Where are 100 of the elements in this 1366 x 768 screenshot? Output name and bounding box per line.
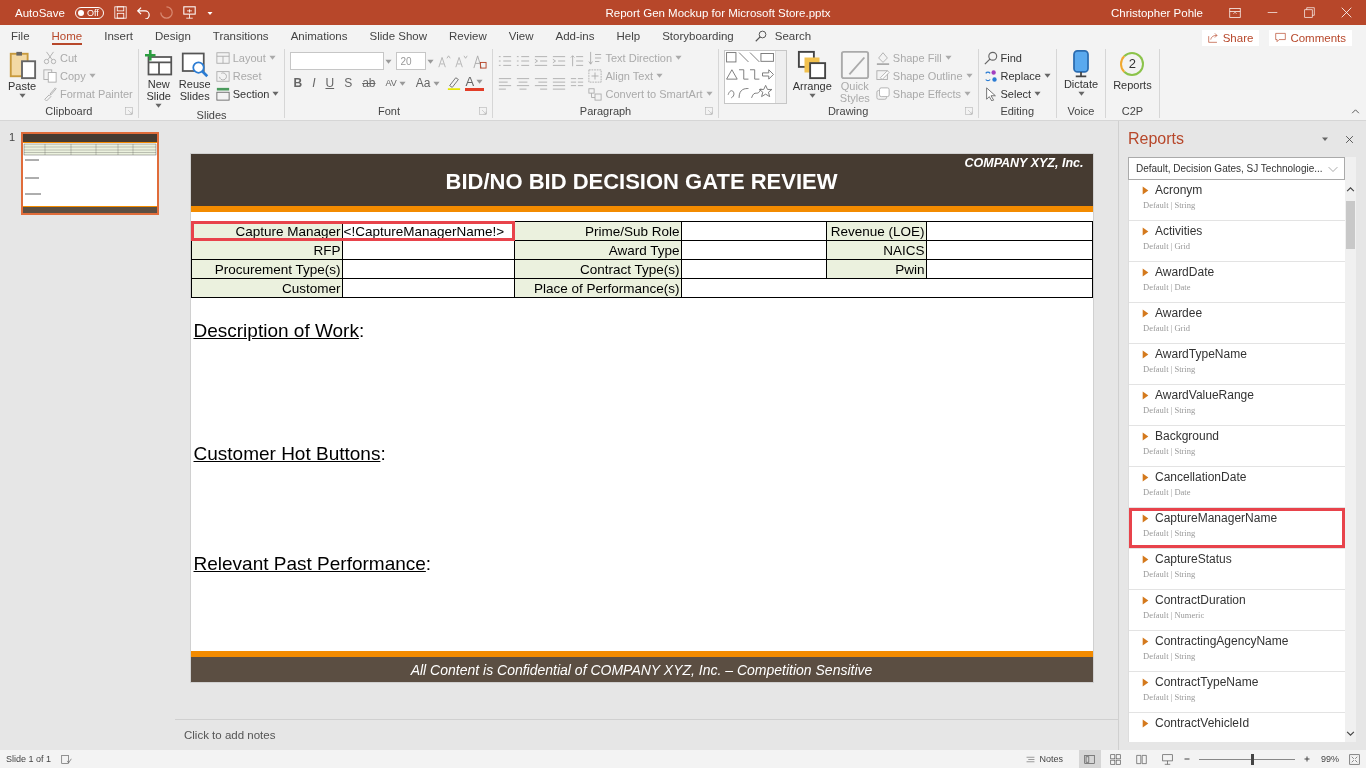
save-icon[interactable] <box>113 6 127 19</box>
fit-to-window-icon[interactable] <box>1349 753 1360 765</box>
ribbon-tab[interactable]: Add-ins <box>544 25 606 46</box>
expand-arrow-icon[interactable] <box>1141 226 1150 236</box>
section-button[interactable]: Section <box>215 86 280 101</box>
align-left-icon[interactable] <box>498 76 513 90</box>
ribbon-tab[interactable]: Animations <box>279 25 359 46</box>
caret-icon[interactable] <box>1043 72 1051 79</box>
find-button[interactable]: Find <box>983 50 1051 65</box>
scroll-up-icon[interactable] <box>1346 185 1355 194</box>
dialog-launcher-icon[interactable] <box>964 107 973 115</box>
scroll-down-icon[interactable] <box>1346 729 1355 738</box>
new-slide-button[interactable]: New Slide <box>143 50 174 109</box>
caret-icon[interactable] <box>427 57 435 65</box>
comments-button[interactable]: Comments <box>1269 29 1352 46</box>
collapse-ribbon-icon[interactable] <box>1351 107 1360 116</box>
format-button[interactable]: Aa <box>412 76 443 90</box>
close-icon[interactable] <box>1345 134 1354 144</box>
search-field[interactable]: Search <box>774 29 812 42</box>
share-button[interactable]: Share <box>1201 29 1260 46</box>
arrange-button[interactable]: Arrange <box>790 50 834 99</box>
align-center-icon[interactable] <box>516 76 531 90</box>
ribbon-tab[interactable]: Slide Show <box>358 25 439 46</box>
caret-icon[interactable] <box>432 79 440 87</box>
accessibility-icon[interactable] <box>61 753 73 765</box>
slide-thumbnail[interactable] <box>21 132 160 215</box>
caret-icon[interactable] <box>398 79 406 87</box>
zoom-out-icon[interactable] <box>1183 755 1191 763</box>
bullets-icon[interactable] <box>498 54 513 68</box>
caret-icon[interactable] <box>18 92 26 99</box>
scrollbar[interactable] <box>1345 157 1356 742</box>
caret-icon[interactable] <box>155 102 163 109</box>
ribbon-tab[interactable]: Help <box>605 25 652 46</box>
select-button[interactable]: Select <box>983 86 1051 101</box>
shapes-drawing[interactable] <box>724 51 775 101</box>
expand-arrow-icon[interactable] <box>1141 554 1150 564</box>
format-button[interactable]: ab <box>359 76 379 90</box>
dialog-launcher-icon[interactable] <box>479 107 488 115</box>
grow-font-icon[interactable] <box>438 54 452 68</box>
expand-arrow-icon[interactable] <box>1141 390 1150 400</box>
format-button[interactable]: AV <box>382 78 409 88</box>
caret-icon[interactable] <box>1034 90 1042 97</box>
numbering-icon[interactable] <box>516 54 531 68</box>
decrease-indent-icon[interactable] <box>534 54 549 68</box>
scroll-thumb[interactable] <box>1346 201 1355 249</box>
reuse-slides-button[interactable]: Reuse Slides <box>177 50 212 102</box>
shrink-font-icon[interactable] <box>455 54 469 68</box>
search-icon[interactable] <box>754 29 767 42</box>
ribbon-tab[interactable]: Transitions <box>201 25 280 46</box>
clear-formatting-icon[interactable] <box>472 53 488 69</box>
ribbon-tab[interactable]: Storyboarding <box>651 25 745 46</box>
font-color-button[interactable]: A <box>464 75 485 91</box>
ribbon-tab[interactable]: Home <box>40 25 94 46</box>
increase-indent-icon[interactable] <box>552 54 567 68</box>
highlighter-icon[interactable] <box>446 76 461 90</box>
expand-arrow-icon[interactable] <box>1141 718 1150 728</box>
justify-icon[interactable] <box>552 76 567 90</box>
dictate-button[interactable]: Dictate <box>1061 50 1101 97</box>
zoom-level[interactable]: 99% <box>1321 754 1339 764</box>
report-field-item[interactable]: CaptureManagerName Default | String <box>1129 508 1345 549</box>
ribbon-tab[interactable]: Design <box>144 25 202 46</box>
ribbon-tab[interactable]: File <box>0 25 41 46</box>
caret-icon[interactable] <box>272 90 280 97</box>
expand-arrow-icon[interactable] <box>1141 677 1150 687</box>
redo-icon[interactable] <box>159 6 173 19</box>
expand-arrow-icon[interactable] <box>1141 513 1150 523</box>
restore-icon[interactable] <box>1304 7 1315 18</box>
font-name-field[interactable] <box>290 52 385 70</box>
expand-arrow-icon[interactable] <box>1141 472 1150 482</box>
caret-icon[interactable] <box>476 78 484 85</box>
notes-field[interactable]: Click to add notes <box>184 729 484 741</box>
format-button[interactable]: S <box>341 76 356 90</box>
dialog-launcher-icon[interactable] <box>124 107 133 115</box>
pane-options-icon[interactable] <box>1321 135 1329 143</box>
expand-arrow-icon[interactable] <box>1141 595 1150 605</box>
expand-arrow-icon[interactable] <box>1141 267 1150 277</box>
view-button[interactable] <box>1079 750 1101 768</box>
report-filter-dropdown[interactable]: Default, Decision Gates, SJ Technologie... <box>1128 157 1345 180</box>
caret-icon[interactable] <box>808 92 816 99</box>
dialog-launcher-icon[interactable] <box>704 107 713 115</box>
undo-icon[interactable] <box>136 6 150 19</box>
expand-arrow-icon[interactable] <box>1141 636 1150 646</box>
paste-button[interactable]: Paste <box>5 50 39 99</box>
notes-button[interactable]: Notes <box>1026 754 1063 764</box>
expand-arrow-icon[interactable] <box>1141 185 1150 195</box>
user-name[interactable]: Christopher Pohle <box>1110 6 1203 19</box>
expand-arrow-icon[interactable] <box>1141 308 1150 318</box>
expand-arrow-icon[interactable] <box>1141 431 1150 441</box>
zoom-in-icon[interactable] <box>1303 755 1311 763</box>
slide-canvas[interactable] <box>190 154 1093 682</box>
caret-icon[interactable] <box>1077 90 1085 97</box>
format-button[interactable]: I <box>309 76 319 90</box>
replace-button[interactable]: Replace <box>983 68 1051 83</box>
expand-arrow-icon[interactable] <box>1141 349 1150 359</box>
shapes-gallery[interactable] <box>723 50 787 104</box>
format-button[interactable]: B <box>290 76 306 90</box>
ribbon-display-icon[interactable] <box>1229 6 1241 19</box>
align-right-icon[interactable] <box>534 76 549 90</box>
line-spacing-icon[interactable] <box>570 54 585 68</box>
ribbon-tab[interactable]: View <box>497 25 545 46</box>
